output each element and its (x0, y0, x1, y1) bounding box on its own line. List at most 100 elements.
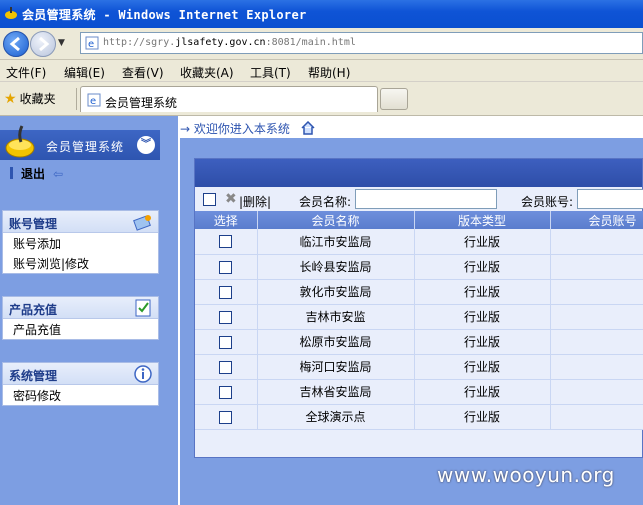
table-row[interactable]: 敦化市安监局行业版dhsaj (195, 279, 643, 305)
row-checkbox[interactable] (219, 285, 233, 299)
favorites-button[interactable]: ★ 收藏夹 (4, 90, 56, 107)
account-cell: jlsaj (550, 304, 643, 330)
ie-page-icon: e (87, 93, 101, 107)
row-checkbox[interactable] (219, 385, 233, 399)
page-content: 会员管理系统 ︾ 退出 ⇦ 账号管理 账号添加 账号浏览|修改 产品充值 产品充值… (0, 116, 643, 505)
new-tab-button[interactable] (380, 88, 408, 110)
group-header[interactable]: 账号管理 (3, 211, 158, 233)
group-header[interactable]: 系统管理 (3, 363, 158, 385)
table-row[interactable]: 梅河口安监局行业版mhkaj (195, 354, 643, 380)
sidebar-title: 会员管理系统 (46, 140, 125, 154)
row-checkbox[interactable] (219, 260, 233, 274)
app-logo-icon (5, 7, 17, 19)
table-row[interactable]: 松原市安监局行业版sysaj (195, 329, 643, 355)
account-cell: dhsaj (550, 279, 643, 305)
sidebar-item-recharge[interactable]: 产品充值 (3, 319, 158, 339)
member-name-cell: 吉林省安监局 (257, 379, 415, 405)
sidebar: 会员管理系统 ︾ 退出 ⇦ 账号管理 账号添加 账号浏览|修改 产品充值 产品充值… (0, 116, 178, 505)
select-all-checkbox[interactable] (203, 193, 216, 206)
delete-button[interactable]: |删除| (239, 193, 271, 210)
member-name-cell: 全球演示点 (257, 404, 415, 430)
table-row[interactable]: 长岭县安监局行业版clxaj (195, 254, 643, 280)
sidebar-header: 会员管理系统 ︾ (0, 125, 160, 160)
member-name-cell: 松原市安监局 (257, 329, 415, 355)
member-name-input[interactable] (355, 189, 497, 209)
welcome-message: → 欢迎你进入本系统 (180, 120, 316, 137)
row-checkbox[interactable] (219, 310, 233, 324)
tab-bar: ★ 收藏夹 e 会员管理系统 (0, 82, 643, 116)
member-name-cell: 长岭县安监局 (257, 254, 415, 280)
table-header-row: 选择 会员名称 版本类型 会员账号 (195, 211, 643, 229)
star-icon: ★ (4, 91, 17, 107)
system-logo-icon (5, 125, 35, 158)
account-cell: sysaj (550, 329, 643, 355)
version-cell: 行业版 (414, 354, 551, 380)
group-header[interactable]: 产品充值 (3, 297, 158, 319)
sidebar-item-account-add[interactable]: 账号添加 (3, 233, 158, 253)
menu-tools[interactable]: 工具(T) (250, 64, 291, 81)
column-header[interactable]: 会员名称 (257, 211, 415, 229)
sidebar-item-change-password[interactable]: 密码修改 (3, 385, 158, 405)
member-name-cell: 梅河口安监局 (257, 354, 415, 380)
arrow-left-icon: ⇦ (53, 167, 64, 181)
member-account-input[interactable] (577, 189, 643, 209)
account-cell: jlsaj (550, 379, 643, 405)
table-row[interactable]: 临江市安监局行业版ljsaj (195, 229, 643, 255)
column-header[interactable]: 版本类型 (414, 211, 551, 229)
accounts-icon (133, 215, 151, 231)
table-row[interactable]: 全球演示点行业版demo (195, 404, 643, 430)
back-arrow-icon (9, 36, 20, 52)
menu-file[interactable]: 文件(F) (6, 64, 46, 81)
member-name-cell: 吉林市安监 (257, 304, 415, 330)
row-select-cell (195, 379, 258, 405)
svg-text:e: e (88, 39, 94, 50)
collapse-icon[interactable]: ︾ (137, 136, 155, 154)
menu-help[interactable]: 帮助(H) (308, 64, 350, 81)
row-select-cell (195, 279, 258, 305)
divider (10, 167, 13, 179)
history-dropdown-icon[interactable]: ▼ (58, 38, 65, 48)
version-cell: 行业版 (414, 304, 551, 330)
row-select-cell (195, 404, 258, 430)
account-cell: clxaj (550, 254, 643, 280)
version-cell: 行业版 (414, 254, 551, 280)
menu-edit[interactable]: 编辑(E) (64, 64, 105, 81)
member-account-label: 会员账号: (521, 195, 574, 209)
sidebar-group-system: 系统管理 密码修改 (2, 362, 159, 406)
panel-header (195, 159, 642, 187)
back-button[interactable] (3, 31, 29, 57)
row-checkbox[interactable] (219, 235, 233, 249)
member-list-panel: ✖ |删除| 会员名称: 会员账号: 选择 会员名称 版本类型 会员账号 临江市… (194, 158, 643, 458)
logout-link[interactable]: 退出 ⇦ (10, 165, 63, 182)
row-checkbox[interactable] (219, 410, 233, 424)
search-toolbar: ✖ |删除| 会员名称: 会员账号: (195, 187, 643, 211)
column-header[interactable]: 会员账号 (550, 211, 643, 229)
version-cell: 行业版 (414, 379, 551, 405)
version-cell: 行业版 (414, 404, 551, 430)
ie-page-icon: e (85, 36, 99, 50)
row-checkbox[interactable] (219, 360, 233, 374)
forward-button[interactable] (30, 31, 56, 57)
browser-tab[interactable]: e 会员管理系统 (80, 86, 378, 112)
address-url[interactable]: http://sgry.jlsafety.gov.cn:8081/main.ht… (103, 37, 356, 48)
forward-arrow-icon (39, 36, 50, 52)
account-cell: ljsaj (550, 229, 643, 255)
table-row[interactable]: 吉林市安监行业版jlsaj (195, 304, 643, 330)
table-row[interactable]: 吉林省安监局行业版jlsaj (195, 379, 643, 405)
sidebar-item-account-browse[interactable]: 账号浏览|修改 (3, 253, 158, 273)
home-icon[interactable] (300, 121, 316, 135)
main-area: ✖ |删除| 会员名称: 会员账号: 选择 会员名称 版本类型 会员账号 临江市… (180, 138, 643, 505)
address-bar[interactable]: e http://sgry.jlsafety.gov.cn:8081/main.… (80, 32, 643, 54)
menu-view[interactable]: 查看(V) (122, 64, 164, 81)
sidebar-group-accounts: 账号管理 账号添加 账号浏览|修改 (2, 210, 159, 274)
window-titlebar: 会员管理系统 - Windows Internet Explorer (0, 0, 643, 28)
menu-favorites[interactable]: 收藏夹(A) (180, 64, 234, 81)
watermark: www.wooyun.org (437, 463, 615, 487)
member-name-cell: 临江市安监局 (257, 229, 415, 255)
row-select-cell (195, 229, 258, 255)
member-name-label: 会员名称: (299, 195, 352, 209)
row-checkbox[interactable] (219, 335, 233, 349)
delete-icon: ✖ (225, 191, 237, 207)
menu-bar: 文件(F) 编辑(E) 查看(V) 收藏夹(A) 工具(T) 帮助(H) (0, 60, 643, 82)
row-select-cell (195, 254, 258, 280)
